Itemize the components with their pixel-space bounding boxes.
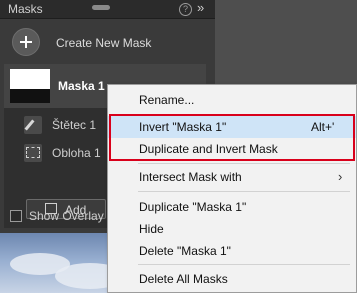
mask-thumbnail: [10, 69, 50, 103]
menu-divider: [138, 163, 350, 164]
menu-divider: [138, 114, 350, 115]
menu-item-label: Hide: [139, 222, 164, 236]
menu-item-delete-all[interactable]: Delete All Masks: [108, 268, 356, 290]
sky-select-icon: [24, 144, 42, 162]
submenu-arrow-icon: ›: [338, 169, 343, 184]
create-new-mask-button[interactable]: Create New Mask: [0, 26, 215, 60]
menu-item-label: Rename...: [139, 93, 195, 107]
help-icon[interactable]: ?: [179, 3, 192, 16]
menu-item-label: Duplicate and Invert Mask: [139, 142, 278, 156]
menu-item-rename[interactable]: Rename...: [108, 89, 356, 111]
menu-item-hide[interactable]: Hide: [108, 218, 356, 240]
expand-icon[interactable]: »: [197, 0, 204, 15]
brush-icon: [24, 116, 42, 134]
menu-item-duplicate[interactable]: Duplicate "Maska 1": [108, 196, 356, 218]
menu-divider: [138, 191, 350, 192]
show-overlay-label: Show Overlay: [29, 209, 104, 223]
menu-item-label: Delete All Masks: [139, 272, 228, 286]
component-label: Obloha 1: [52, 146, 101, 160]
menu-item-label: Intersect Mask with: [139, 170, 242, 184]
menu-item-delete[interactable]: Delete "Maska 1": [108, 240, 356, 262]
create-new-mask-label: Create New Mask: [56, 36, 152, 50]
menu-divider: [138, 264, 350, 265]
panel-title: Masks: [8, 2, 43, 16]
component-label: Štětec 1: [52, 118, 97, 132]
menu-item-label: Duplicate "Maska 1": [139, 200, 247, 214]
plus-icon: [12, 28, 40, 56]
menu-item-shortcut: Alt+': [311, 120, 335, 134]
panel-titlebar: Masks ? »: [0, 0, 215, 19]
context-menu: Rename... Invert "Maska 1" Alt+' Duplica…: [107, 84, 357, 293]
menu-item-label: Delete "Maska 1": [139, 244, 231, 258]
show-overlay-checkbox[interactable]: [10, 210, 22, 222]
menu-item-invert[interactable]: Invert "Maska 1" Alt+': [108, 116, 356, 138]
drag-handle[interactable]: [92, 5, 110, 10]
menu-item-intersect-mask[interactable]: Intersect Mask with ›: [108, 166, 356, 188]
menu-item-duplicate-and-invert[interactable]: Duplicate and Invert Mask: [108, 138, 356, 160]
mask-name: Maska 1: [58, 79, 105, 93]
menu-item-label: Invert "Maska 1": [139, 120, 227, 134]
